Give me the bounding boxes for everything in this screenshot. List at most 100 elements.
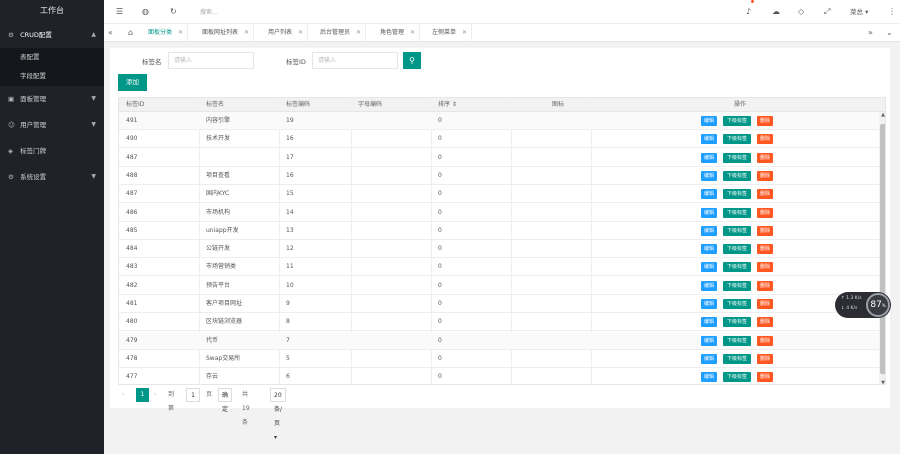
edit-button[interactable]: 编辑 [701, 207, 717, 218]
more-icon[interactable]: ⋮ [888, 0, 896, 24]
edit-button[interactable]: 编辑 [701, 189, 717, 200]
scroll-up-icon[interactable]: ▲ [879, 112, 885, 118]
edit-button[interactable]: 编辑 [701, 317, 717, 328]
delete-button[interactable]: 删除 [757, 280, 773, 291]
page-size-select[interactable]: 20 条/页 ▾ [270, 388, 287, 441]
cell-sort: 0 [438, 300, 442, 307]
cell-id: 488 [126, 171, 138, 179]
sub-tags-button[interactable]: 下级标签 [723, 116, 751, 126]
home-icon[interactable]: ⌂ [128, 24, 133, 42]
cell-code: 8 [286, 318, 290, 326]
tab-user-list[interactable]: 用户列表 ✕ [264, 24, 309, 42]
sub-tags-button[interactable]: 下级标签 [723, 335, 751, 346]
fullscreen-icon[interactable]: ⤢ [824, 0, 830, 24]
prev-page-icon[interactable]: ‹ [122, 388, 124, 402]
edit-button[interactable]: 编辑 [701, 225, 717, 236]
edit-button[interactable]: 编辑 [701, 280, 717, 291]
refresh-icon[interactable]: ↻ [170, 0, 177, 24]
close-icon[interactable]: ✕ [244, 29, 249, 36]
edit-button[interactable]: 编辑 [701, 134, 717, 145]
search-button[interactable]: ⚲ [403, 52, 421, 69]
edit-button[interactable]: 编辑 [701, 152, 717, 163]
tab-panel-category[interactable]: 面板分类 ✕ [144, 24, 189, 42]
theme-icon[interactable]: ☁ [772, 0, 780, 24]
sub-tags-button[interactable]: 下级标签 [723, 280, 751, 291]
tabs-prev-icon[interactable]: « [108, 24, 113, 42]
sidebar-group-system[interactable]: ⚙ 系统设置 ▼ [0, 164, 104, 190]
close-icon[interactable]: ✕ [462, 29, 467, 36]
page-number[interactable]: 1 [136, 388, 149, 402]
close-icon[interactable]: ✕ [356, 29, 361, 36]
globe-icon[interactable]: ◍ [142, 0, 149, 24]
col-header-sort[interactable]: 排序 ⇕ [431, 98, 457, 112]
tag-id-input[interactable]: 请输入 [312, 52, 398, 69]
delete-button[interactable]: 删除 [757, 262, 773, 273]
delete-button[interactable]: 删除 [757, 152, 773, 163]
sub-tags-button[interactable]: 下级标签 [723, 170, 751, 181]
scroll-thumb[interactable] [880, 124, 885, 374]
sub-tags-button[interactable]: 下级标签 [723, 134, 751, 145]
add-button[interactable]: 添加 [118, 74, 147, 91]
sub-tags-button[interactable]: 下级标签 [723, 317, 751, 328]
sidebar-item-field-config[interactable]: 字段配置 [0, 67, 104, 86]
goto-page-input[interactable]: 1 [186, 388, 200, 402]
edit-button[interactable]: 编辑 [701, 353, 717, 364]
sub-tags-button[interactable]: 下级标签 [723, 372, 751, 383]
search-input[interactable]: 搜索... [200, 7, 218, 16]
delete-button[interactable]: 删除 [757, 317, 773, 328]
sub-tags-button[interactable]: 下级标签 [723, 353, 751, 364]
tab-panel-url-list[interactable]: 面板网址列表 ✕ [198, 24, 255, 42]
edit-button[interactable]: 编辑 [701, 299, 717, 309]
close-icon[interactable]: ✕ [298, 29, 303, 36]
edit-button[interactable]: 编辑 [701, 244, 717, 255]
user-menu[interactable]: 菜总 ▾ [850, 0, 868, 24]
delete-button[interactable]: 删除 [757, 189, 773, 200]
table-scrollbar[interactable]: ▲ ▼ [879, 112, 885, 384]
delete-button[interactable]: 删除 [757, 372, 773, 383]
edit-button[interactable]: 编辑 [701, 335, 717, 346]
scroll-down-icon[interactable]: ▼ [879, 380, 885, 384]
sub-tags-button[interactable]: 下级标签 [723, 262, 751, 273]
sub-tags-button[interactable]: 下级标签 [723, 152, 751, 163]
delete-button[interactable]: 删除 [757, 335, 773, 346]
delete-button[interactable]: 删除 [757, 207, 773, 218]
tab-roles[interactable]: 角色管理 ✕ [376, 24, 421, 42]
sub-tags-button[interactable]: 下级标签 [723, 225, 751, 236]
delete-button[interactable]: 删除 [757, 134, 773, 145]
tab-left-menu[interactable]: 左侧菜单 ✕ [428, 24, 473, 42]
delete-button[interactable]: 删除 [757, 170, 773, 181]
close-icon[interactable]: ✕ [178, 29, 183, 36]
close-icon[interactable]: ✕ [410, 29, 415, 36]
sidebar-group-crud[interactable]: ⚙ CRUD配置 ▲ [0, 22, 104, 48]
edit-button[interactable]: 编辑 [701, 262, 717, 273]
delete-button[interactable]: 删除 [757, 353, 773, 364]
delete-button[interactable]: 删除 [757, 116, 773, 126]
sidebar-group-panel[interactable]: ▣ 面板管理 ▼ [0, 86, 104, 112]
edit-button[interactable]: 编辑 [701, 170, 717, 181]
sub-tags-button[interactable]: 下级标签 [723, 299, 751, 309]
edit-button[interactable]: 编辑 [701, 372, 717, 383]
delete-button[interactable]: 删除 [757, 299, 773, 309]
sidebar-item-table-config[interactable]: 表配置 [0, 48, 104, 67]
network-speed-widget[interactable]: ↑ 1.3 K/s ↓ 4 K/s 87% [835, 292, 891, 318]
cell-sort: 0 [438, 373, 442, 381]
tag-icon[interactable]: ◇ [798, 0, 804, 24]
bell-icon[interactable]: ♪ [746, 0, 755, 24]
sub-tags-button[interactable]: 下级标签 [723, 189, 751, 200]
delete-button[interactable]: 删除 [757, 225, 773, 236]
col-header: 标签ID [126, 101, 145, 108]
next-page-icon[interactable]: › [154, 388, 156, 402]
goto-confirm-button[interactable]: 确定 [218, 388, 233, 413]
chevron-down-icon: ▼ [91, 95, 96, 102]
tab-admins[interactable]: 后台管理员 ✕ [316, 24, 367, 42]
delete-button[interactable]: 删除 [757, 244, 773, 255]
menu-toggle-icon[interactable]: ☰ [116, 0, 123, 24]
sidebar-group-users[interactable]: ☺ 用户管理 ▼ [0, 112, 104, 138]
sub-tags-button[interactable]: 下级标签 [723, 244, 751, 255]
sidebar-group-tags[interactable]: ◈ 标签门牌 [0, 138, 104, 164]
tabs-next-icon[interactable]: » [868, 24, 873, 42]
edit-button[interactable]: 编辑 [701, 116, 717, 126]
tabs-menu-icon[interactable]: ⌄ [886, 24, 893, 42]
tag-name-input[interactable]: 请输入 [168, 52, 254, 69]
sub-tags-button[interactable]: 下级标签 [723, 207, 751, 218]
